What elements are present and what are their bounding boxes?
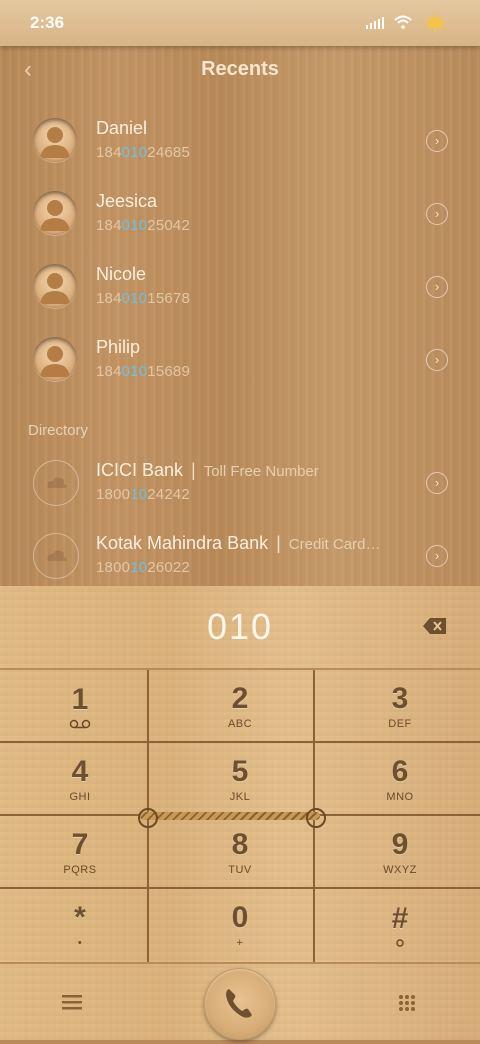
- key-9[interactable]: 9 WXYZ: [320, 816, 480, 889]
- rope-ring: [306, 808, 326, 828]
- contact-number: 18401015689: [96, 363, 190, 380]
- status-time: 2:36: [30, 13, 65, 32]
- phone-icon: [226, 989, 252, 1018]
- key-hash[interactable]: #: [320, 889, 480, 962]
- person-icon: [40, 127, 70, 158]
- contact-name: Daniel: [96, 118, 148, 138]
- list-item[interactable]: Philip 18401015689 ›: [0, 337, 480, 407]
- chevron-right-icon[interactable]: ›: [426, 545, 448, 567]
- key-star[interactable]: * •: [0, 889, 160, 962]
- contact-number: 18401024685: [96, 144, 190, 161]
- contact-number: 18401015678: [96, 290, 190, 307]
- circle-icon: [396, 938, 404, 947]
- chevron-right-icon[interactable]: ›: [426, 349, 448, 371]
- cloud-icon: [47, 550, 67, 561]
- keypad-icon[interactable]: [398, 994, 416, 1012]
- key-5[interactable]: 5 JKL: [160, 743, 320, 816]
- signal-icon: [366, 15, 384, 29]
- avatar: [33, 460, 79, 506]
- page-title: Recents: [201, 58, 279, 80]
- key-0[interactable]: 0 +: [160, 889, 320, 962]
- chevron-right-icon[interactable]: ›: [426, 276, 448, 298]
- status-icons: [366, 12, 448, 32]
- contact-name: Philip: [96, 337, 141, 357]
- business-number: 18001026022: [96, 559, 190, 576]
- avatar: [33, 533, 79, 579]
- wifi-icon: [394, 15, 412, 29]
- list-item[interactable]: Jeesica 18401025042 ›: [0, 191, 480, 261]
- key-divider: [0, 887, 480, 889]
- list-item[interactable]: Nicole 18401015678 ›: [0, 264, 480, 334]
- dial-display: 010: [0, 586, 480, 670]
- rope-ring: [138, 808, 158, 828]
- key-2[interactable]: 2 ABC: [160, 670, 320, 743]
- bottom-bar: [0, 962, 480, 1042]
- menu-icon[interactable]: [62, 994, 82, 1010]
- key-divider: [0, 741, 480, 743]
- person-icon: [40, 273, 70, 304]
- business-name: ICICI Bank | Toll Free Number: [96, 460, 319, 480]
- voicemail-icon: [69, 719, 91, 728]
- business-number: 18001024242: [96, 486, 190, 503]
- key-7[interactable]: 7 PQRS: [0, 816, 160, 889]
- contact-name: Jeesica: [96, 191, 158, 211]
- avatar: [33, 337, 77, 381]
- key-6[interactable]: 6 MNO: [320, 743, 480, 816]
- list-item[interactable]: Daniel 18401024685 ›: [0, 118, 480, 188]
- call-button[interactable]: [204, 968, 276, 1040]
- person-icon: [40, 346, 70, 377]
- key-4[interactable]: 4 GHI: [0, 743, 160, 816]
- avatar: [33, 191, 77, 235]
- directory-label: Directory: [28, 422, 89, 439]
- contact-number: 18401025042: [96, 217, 190, 234]
- dialed-number: 010: [206, 606, 274, 647]
- chevron-right-icon[interactable]: ›: [426, 203, 448, 225]
- avatar: [33, 118, 77, 162]
- list-item[interactable]: ICICI Bank | Toll Free Number 18001024242 …: [0, 460, 480, 530]
- key-8[interactable]: 8 TUV: [160, 816, 320, 889]
- key-1[interactable]: 1: [0, 670, 160, 743]
- battery-leaf-icon: [423, 13, 447, 32]
- title-bar: ‹ Recents: [0, 52, 480, 92]
- status-bar: 2:36: [0, 0, 480, 46]
- rope-decoration: [140, 812, 320, 820]
- chevron-right-icon[interactable]: ›: [426, 130, 448, 152]
- backspace-icon[interactable]: [422, 616, 448, 636]
- person-icon: [40, 200, 70, 231]
- business-name: Kotak Mahindra Bank | Credit Card…: [96, 533, 381, 553]
- key-3[interactable]: 3 DEF: [320, 670, 480, 743]
- contact-name: Nicole: [96, 264, 147, 284]
- chevron-right-icon[interactable]: ›: [426, 472, 448, 494]
- avatar: [33, 264, 77, 308]
- cloud-icon: [47, 477, 67, 488]
